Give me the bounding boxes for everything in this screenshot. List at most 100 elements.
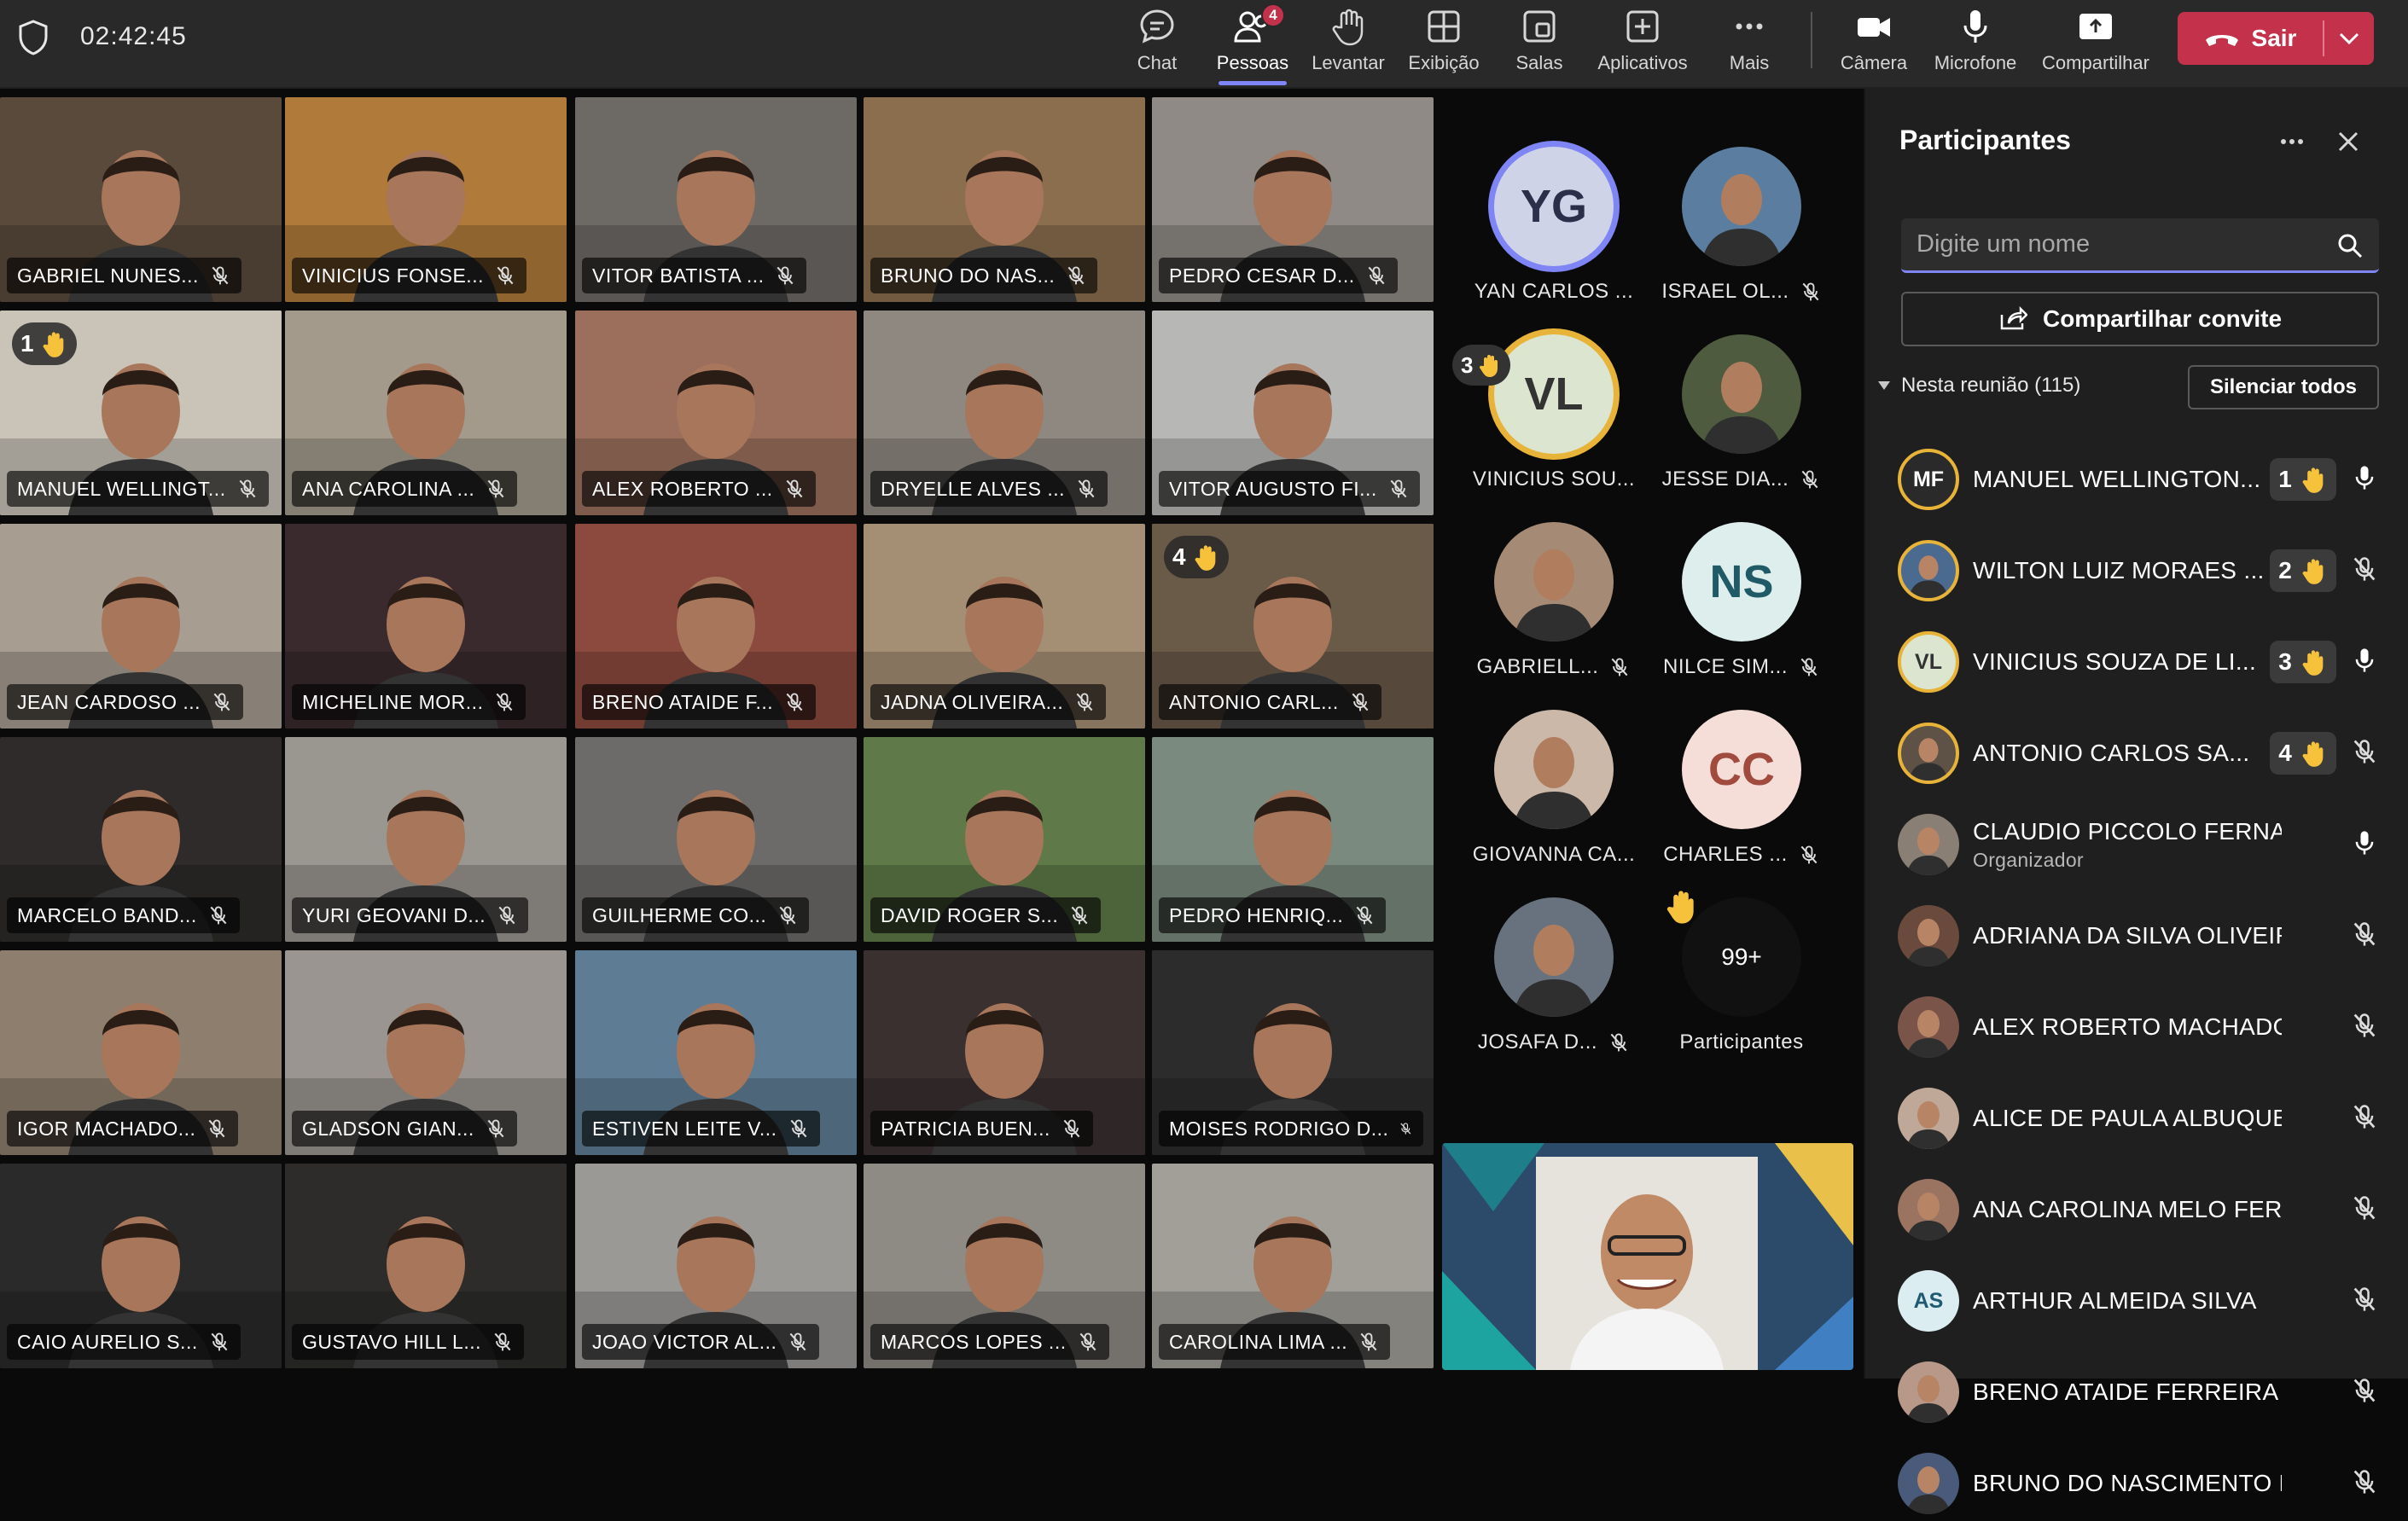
mute-all-button[interactable]: Silenciar todos — [2188, 365, 2379, 409]
participant-name: YAN CARLOS ... — [1474, 280, 1634, 303]
avatar-tile[interactable]: YG YAN CARLOS ... — [1464, 147, 1643, 343]
participant-row[interactable]: CLAUDIO PICCOLO FERNANDES Organizador — [1898, 807, 2393, 882]
mic-off-icon — [777, 266, 794, 285]
video-tile[interactable]: MARCOS LOPES ... — [864, 1164, 1145, 1368]
name-label: VITOR BATISTA ... — [582, 258, 807, 293]
participant-name: BRENO ATAIDE F... — [592, 690, 774, 713]
rooms-label: Salas — [1515, 52, 1563, 73]
video-tile[interactable]: ESTIVEN LEITE V... — [575, 950, 857, 1155]
video-tile[interactable]: PATRICIA BUEN... — [864, 950, 1145, 1155]
chat-icon — [1140, 9, 1174, 44]
participant-row[interactable]: ALEX ROBERTO MACHADO Q... — [1898, 990, 2393, 1065]
search-input[interactable] — [1917, 218, 2318, 270]
mic-off-indicator — [2350, 1011, 2379, 1044]
participant-name: ALICE DE PAULA ALBUQUERQ... — [1973, 1105, 2282, 1131]
mic-off-icon — [2353, 1286, 2376, 1311]
more-options-icon[interactable] — [2278, 133, 2306, 150]
participant-row[interactable]: ANA CAROLINA MELO FERREIRA — [1898, 1172, 2393, 1247]
video-tile[interactable]: ALEX ROBERTO ... — [575, 311, 857, 515]
raised-hand-badge: 4 — [2270, 732, 2336, 775]
participant-row[interactable]: ALICE DE PAULA ALBUQUERQ... — [1898, 1081, 2393, 1156]
participant-row[interactable]: AS ARTHUR ALMEIDA SILVA — [1898, 1263, 2393, 1338]
avatar-tile[interactable]: NS NILCE SIM... — [1652, 522, 1831, 718]
chat-button[interactable]: Chat — [1123, 0, 1191, 89]
leave-options-button[interactable] — [2324, 12, 2374, 65]
search-icon[interactable] — [2336, 232, 2364, 259]
video-tile[interactable]: DAVID ROGER S... — [864, 737, 1145, 942]
share-label: Compartilhar — [2042, 52, 2149, 73]
video-tile[interactable]: GUILHERME CO... — [575, 737, 857, 942]
video-tile[interactable]: JADNA OLIVEIRA... — [864, 524, 1145, 729]
avatar-initials: YG — [1494, 147, 1614, 266]
video-tile[interactable]: VITOR BATISTA ... — [575, 97, 857, 302]
participant-row[interactable]: WILTON LUIZ MORAES ... 2 — [1898, 533, 2393, 608]
video-tile[interactable]: ANA CAROLINA ... — [285, 311, 567, 515]
video-tile[interactable]: CAROLINA LIMA ... — [1152, 1164, 1434, 1368]
participant-avatar: AS — [1898, 1270, 1959, 1332]
avatar-tile[interactable]: GIOVANNA CA... — [1464, 710, 1643, 906]
video-tile[interactable]: JEAN CARDOSO ... — [0, 524, 282, 729]
mic-off-icon — [1800, 658, 1818, 676]
share-button[interactable]: Compartilhar — [2038, 0, 2154, 89]
avatar-tile[interactable]: JESSE DIA... — [1652, 334, 1831, 531]
video-tile[interactable]: DRYELLE ALVES ... — [864, 311, 1145, 515]
video-tile[interactable]: PEDRO CESAR D... — [1152, 97, 1434, 302]
name-label: JEAN CARDOSO ... — [7, 684, 244, 720]
video-tile[interactable]: BRUNO DO NAS... — [864, 97, 1145, 302]
microphone-button[interactable]: Microfone — [1928, 0, 2022, 89]
self-view-video[interactable] — [1442, 1143, 1853, 1370]
more-participants-tile[interactable]: 99+ Participantes — [1652, 891, 1831, 1094]
video-tile[interactable]: YURI GEOVANI D... — [285, 737, 567, 942]
video-tile[interactable]: IGOR MACHADO... — [0, 950, 282, 1155]
avatar-tile[interactable]: CC CHARLES ... — [1652, 710, 1831, 906]
in-meeting-section-toggle[interactable]: Nesta reunião (115) — [1877, 374, 2080, 398]
mic-off-indicator — [2350, 1285, 2379, 1318]
participant-row[interactable]: ANTONIO CARLOS SA... 4 — [1898, 716, 2393, 791]
raise-hand-button[interactable]: Levantar — [1307, 0, 1389, 89]
video-tile[interactable]: ANTONIO CARL... 4 — [1152, 524, 1434, 729]
raised-hand-badge: 3 — [2270, 641, 2336, 683]
participant-row[interactable]: ADRIANA DA SILVA OLIVEIRA ... — [1898, 898, 2393, 973]
raised-hand-icon — [1666, 891, 1694, 924]
video-tile[interactable]: VINICIUS FONSE... — [285, 97, 567, 302]
more-button[interactable]: Mais — [1715, 0, 1783, 89]
video-tile[interactable]: MARCELO BAND... — [0, 737, 282, 942]
participant-avatar — [1898, 1361, 1959, 1423]
video-tile[interactable]: MICHELINE MOR... — [285, 524, 567, 729]
video-tile[interactable]: PEDRO HENRIQ... — [1152, 737, 1434, 942]
avatar-tile[interactable]: JOSAFA D... — [1464, 897, 1643, 1094]
participant-row[interactable]: BRENO ATAIDE FERREIRA GAR... — [1898, 1355, 2393, 1430]
participant-name: ARTHUR ALMEIDA SILVA — [1973, 1287, 2257, 1314]
share-invite-button[interactable]: Compartilhar convite — [1901, 292, 2379, 346]
people-button[interactable]: 4 Pessoas — [1212, 0, 1294, 89]
video-tile[interactable]: MOISES RODRIGO D... — [1152, 950, 1434, 1155]
mic-off-icon — [786, 479, 803, 498]
avatar-tile[interactable]: VL 3 VINICIUS SOU... — [1452, 334, 1643, 531]
leave-button[interactable]: Sair — [2178, 12, 2323, 65]
participant-name: BRUNO DO NAS... — [881, 264, 1056, 287]
participant-row[interactable]: BRUNO DO NASCIMENTO BAR... — [1898, 1446, 2393, 1521]
video-tile[interactable]: VITOR AUGUSTO FI... — [1152, 311, 1434, 515]
close-icon[interactable] — [2335, 128, 2362, 155]
participant-row[interactable]: VL VINICIUS SOUZA DE LI... 3 — [1898, 624, 2393, 700]
apps-button[interactable]: Aplicativos — [1589, 0, 1696, 89]
participant-row[interactable]: MF MANUEL WELLINGTON... 1 — [1898, 442, 2393, 517]
shield-icon[interactable] — [17, 19, 49, 56]
camera-button[interactable]: Câmera — [1836, 0, 1911, 89]
video-tile[interactable]: MANUEL WELLINGT... 1 — [0, 311, 282, 515]
video-tile[interactable]: GUSTAVO HILL L... — [285, 1164, 567, 1368]
participant-name: ESTIVEN LEITE V... — [592, 1117, 777, 1140]
video-tile[interactable]: CAIO AURELIO S... — [0, 1164, 282, 1368]
video-tile[interactable]: GABRIEL NUNES... — [0, 97, 282, 302]
avatar-tile[interactable]: GABRIELL... — [1464, 522, 1643, 718]
mic-off-icon — [497, 693, 513, 711]
rooms-button[interactable]: Salas — [1505, 0, 1573, 89]
rooms-icon — [1523, 10, 1556, 43]
video-tile[interactable]: BRENO ATAIDE F... — [575, 524, 857, 729]
video-tile[interactable]: GLADSON GIAN... — [285, 950, 567, 1155]
view-button[interactable]: Exibição — [1403, 0, 1485, 89]
video-tile[interactable]: JOAO VICTOR AL... — [575, 1164, 857, 1368]
participant-name: ANTONIO CARLOS SA... — [1973, 740, 2250, 766]
avatar-tile[interactable]: ISRAEL OL... — [1652, 147, 1831, 343]
participants-panel: Participantes Compartilhar convite Nesta… — [1864, 89, 2408, 1514]
